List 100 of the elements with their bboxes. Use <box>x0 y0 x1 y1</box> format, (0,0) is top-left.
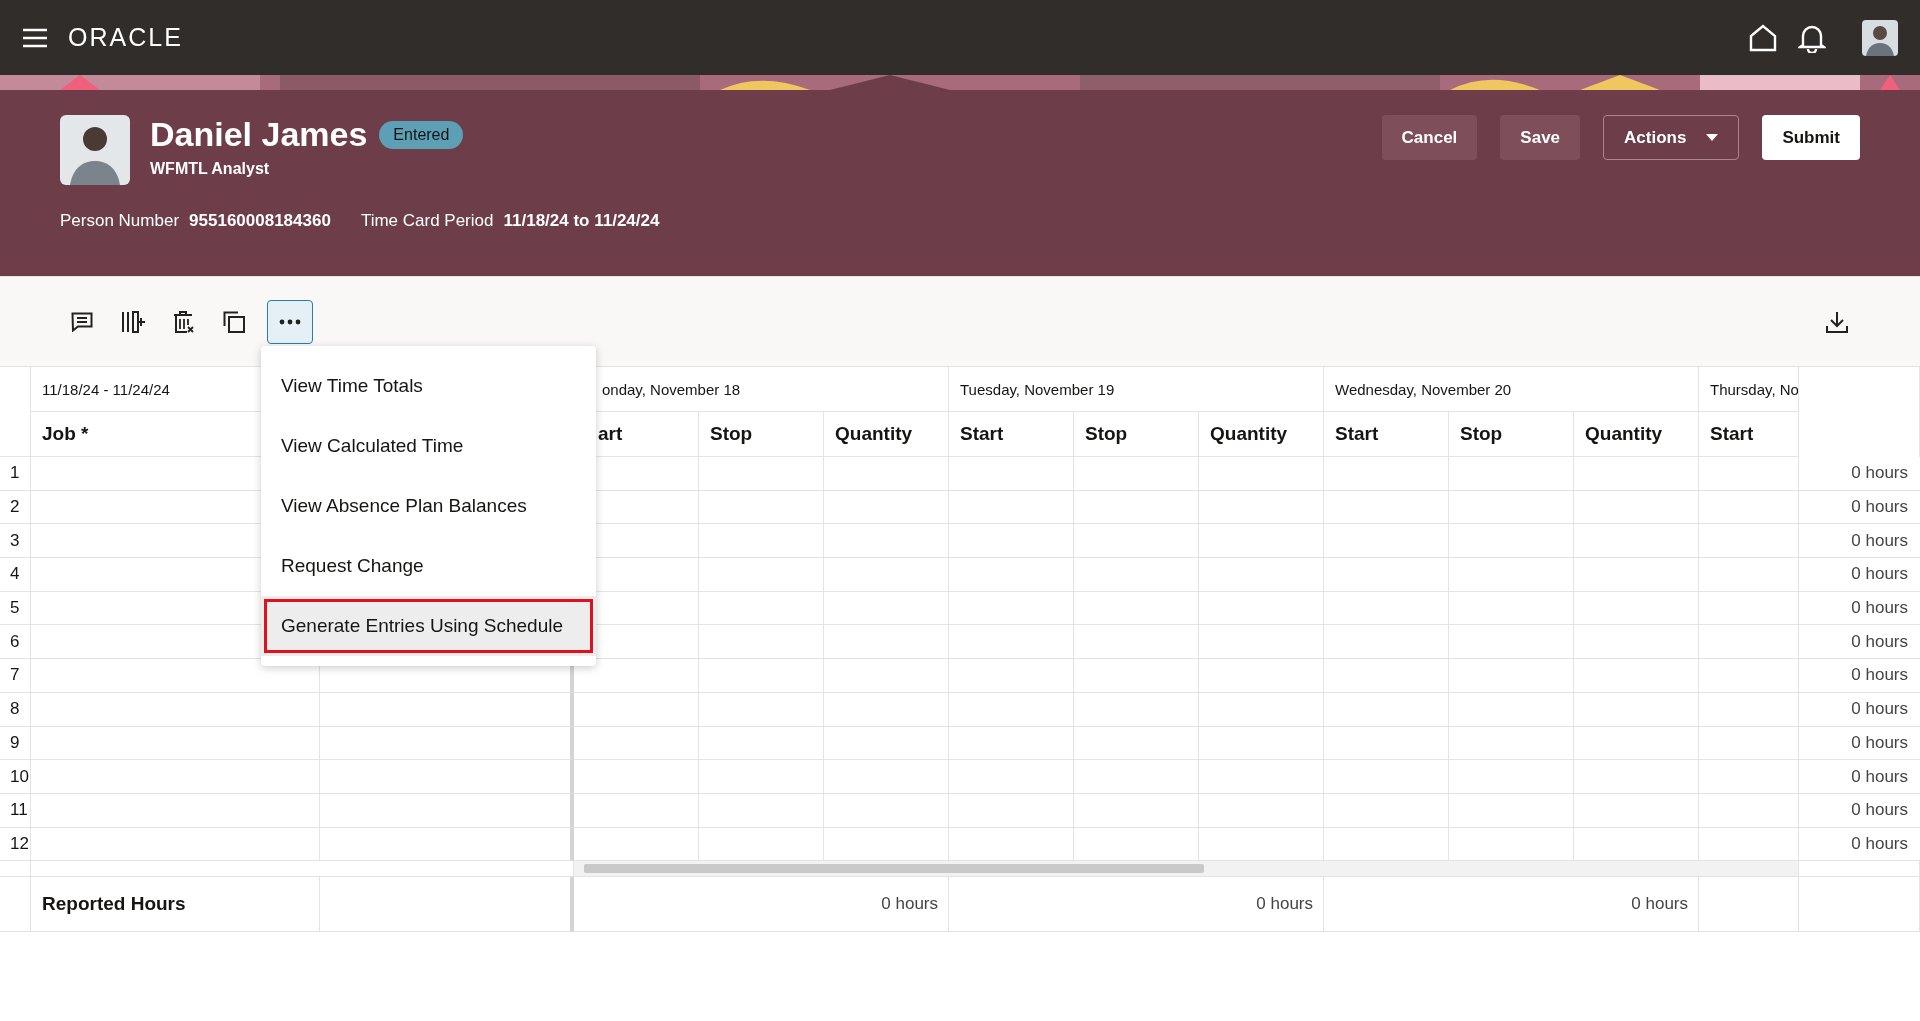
table-cell[interactable] <box>574 726 699 761</box>
table-cell[interactable] <box>824 625 949 660</box>
table-cell[interactable] <box>1699 457 1799 491</box>
table-cell[interactable] <box>949 793 1074 828</box>
table-cell[interactable] <box>1074 558 1199 592</box>
table-cell[interactable] <box>1074 457 1199 491</box>
menu-item[interactable]: View Absence Plan Balances <box>261 476 596 536</box>
table-cell[interactable] <box>320 793 574 828</box>
table-cell[interactable] <box>949 726 1074 761</box>
table-cell[interactable] <box>1574 793 1699 828</box>
table-cell[interactable] <box>1074 524 1199 559</box>
table-cell[interactable] <box>574 793 699 828</box>
table-cell[interactable] <box>31 692 320 727</box>
table-cell[interactable] <box>824 490 949 525</box>
table-cell[interactable] <box>824 793 949 828</box>
table-cell[interactable] <box>1324 726 1449 761</box>
table-cell[interactable] <box>1449 625 1574 660</box>
table-cell[interactable] <box>824 591 949 626</box>
table-cell[interactable] <box>824 457 949 491</box>
table-cell[interactable] <box>1199 490 1324 525</box>
scrollbar-track[interactable] <box>574 861 1799 878</box>
table-cell[interactable] <box>1574 760 1699 794</box>
table-cell[interactable] <box>1074 793 1199 828</box>
table-cell[interactable] <box>824 760 949 794</box>
table-cell[interactable] <box>699 692 824 727</box>
table-cell[interactable] <box>949 524 1074 559</box>
table-cell[interactable] <box>949 490 1074 525</box>
table-cell[interactable] <box>1199 692 1324 727</box>
table-cell[interactable] <box>949 692 1074 727</box>
table-cell[interactable] <box>699 726 824 761</box>
table-cell[interactable] <box>699 793 824 828</box>
table-cell[interactable] <box>1324 793 1449 828</box>
table-cell[interactable] <box>699 659 824 693</box>
table-cell[interactable] <box>1449 760 1574 794</box>
table-cell[interactable] <box>699 524 824 559</box>
table-cell[interactable] <box>31 760 320 794</box>
table-cell[interactable] <box>1199 659 1324 693</box>
table-cell[interactable] <box>1074 692 1199 727</box>
table-cell[interactable] <box>320 692 574 727</box>
table-cell[interactable] <box>1199 558 1324 592</box>
table-cell[interactable] <box>1074 760 1199 794</box>
table-cell[interactable] <box>31 827 320 862</box>
table-cell[interactable] <box>1199 793 1324 828</box>
table-cell[interactable] <box>1449 793 1574 828</box>
table-cell[interactable] <box>1699 692 1799 727</box>
table-cell[interactable] <box>320 726 574 761</box>
table-cell[interactable] <box>1199 726 1324 761</box>
home-icon[interactable] <box>1748 22 1778 53</box>
table-cell[interactable] <box>949 760 1074 794</box>
table-cell[interactable] <box>1074 659 1199 693</box>
table-cell[interactable] <box>1574 558 1699 592</box>
copy-icon[interactable] <box>223 310 245 333</box>
table-cell[interactable] <box>824 558 949 592</box>
header-button[interactable]: Save <box>1500 115 1581 160</box>
download-icon[interactable] <box>1826 310 1848 333</box>
table-cell[interactable] <box>1199 591 1324 626</box>
table-cell[interactable] <box>1199 625 1324 660</box>
table-cell[interactable] <box>1324 490 1449 525</box>
table-cell[interactable] <box>949 457 1074 491</box>
menu-item[interactable]: Generate Entries Using Schedule <box>261 596 596 656</box>
table-cell[interactable] <box>1324 625 1449 660</box>
add-column-icon[interactable] <box>121 310 145 333</box>
table-cell[interactable] <box>824 692 949 727</box>
table-cell[interactable] <box>1449 659 1574 693</box>
table-cell[interactable] <box>699 760 824 794</box>
table-cell[interactable] <box>699 625 824 660</box>
actions-button[interactable]: Actions <box>1603 115 1740 160</box>
table-cell[interactable] <box>1449 591 1574 626</box>
table-cell[interactable] <box>1199 524 1324 559</box>
table-cell[interactable] <box>1574 490 1699 525</box>
scrollbar-thumb[interactable] <box>584 864 1204 874</box>
table-cell[interactable] <box>1574 457 1699 491</box>
table-cell[interactable] <box>1324 558 1449 592</box>
table-cell[interactable] <box>1074 726 1199 761</box>
table-cell[interactable] <box>574 760 699 794</box>
table-cell[interactable] <box>1574 692 1699 727</box>
table-cell[interactable] <box>1449 726 1574 761</box>
table-cell[interactable] <box>949 625 1074 660</box>
table-cell[interactable] <box>1574 625 1699 660</box>
table-cell[interactable] <box>1199 760 1324 794</box>
table-cell[interactable] <box>824 524 949 559</box>
table-cell[interactable] <box>1074 490 1199 525</box>
table-cell[interactable] <box>320 827 574 862</box>
more-button[interactable] <box>267 299 313 344</box>
table-cell[interactable] <box>1574 726 1699 761</box>
submit-button[interactable]: Submit <box>1762 115 1860 160</box>
table-cell[interactable] <box>699 558 824 592</box>
table-cell[interactable] <box>949 659 1074 693</box>
table-cell[interactable] <box>1699 524 1799 559</box>
table-cell[interactable] <box>699 490 824 525</box>
table-cell[interactable] <box>1324 692 1449 727</box>
menu-item[interactable]: View Calculated Time <box>261 416 596 476</box>
table-cell[interactable] <box>1449 490 1574 525</box>
table-cell[interactable] <box>949 591 1074 626</box>
table-cell[interactable] <box>1699 558 1799 592</box>
comment-icon[interactable] <box>71 311 93 332</box>
menu-icon[interactable] <box>22 27 48 48</box>
table-cell[interactable] <box>1574 524 1699 559</box>
table-cell[interactable] <box>1449 524 1574 559</box>
table-cell[interactable] <box>699 591 824 626</box>
